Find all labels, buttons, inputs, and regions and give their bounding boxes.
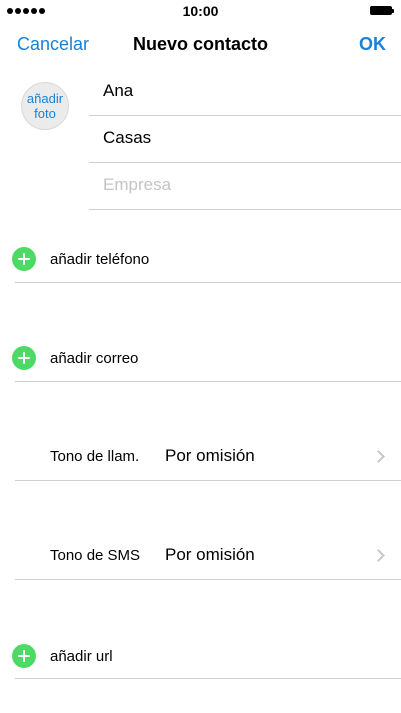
add-email-label: añadir correo — [50, 349, 139, 367]
first-name-field[interactable]: Ana — [103, 81, 133, 101]
add-icon — [12, 346, 36, 370]
cancel-button[interactable]: Cancelar — [17, 34, 89, 55]
divider — [15, 282, 401, 283]
add-icon — [12, 644, 36, 668]
add-phone-label: añadir teléfono — [50, 250, 150, 268]
add-url-row[interactable]: añadir url — [12, 644, 113, 668]
divider — [15, 480, 401, 481]
add-phone-row[interactable]: añadir teléfono — [12, 247, 149, 271]
ringtone-value: Por omisión — [165, 446, 255, 465]
text-tone-label: Tono de SMS — [50, 547, 141, 564]
chevron-right-icon — [372, 450, 385, 463]
text-tone-value: Por omisión — [165, 545, 255, 564]
battery-tip — [392, 9, 394, 13]
add-url-label: añadir url — [50, 647, 113, 665]
divider — [15, 678, 401, 679]
battery-icon — [370, 6, 392, 15]
divider — [89, 209, 401, 210]
ringtone-label: Tono de llam. — [50, 448, 140, 465]
chevron-right-icon — [372, 549, 385, 562]
divider — [89, 115, 401, 116]
company-field[interactable]: Empresa — [103, 175, 171, 195]
divider — [15, 381, 401, 382]
divider — [89, 162, 401, 163]
add-icon — [12, 247, 36, 271]
divider — [15, 579, 401, 580]
text-tone-row[interactable]: Tono de SMS Por omisión — [0, 535, 401, 577]
add-photo-button[interactable]: añadir foto — [21, 82, 69, 130]
ringtone-row[interactable]: Tono de llam. Por omisión — [0, 436, 401, 478]
done-button[interactable]: OK — [359, 34, 386, 55]
add-photo-label: añadir foto — [26, 91, 64, 121]
add-email-row[interactable]: añadir correo — [12, 346, 138, 370]
status-bar: 10:00 — [0, 0, 401, 22]
status-time: 10:00 — [182, 3, 219, 19]
last-name-field[interactable]: Casas — [103, 128, 151, 148]
